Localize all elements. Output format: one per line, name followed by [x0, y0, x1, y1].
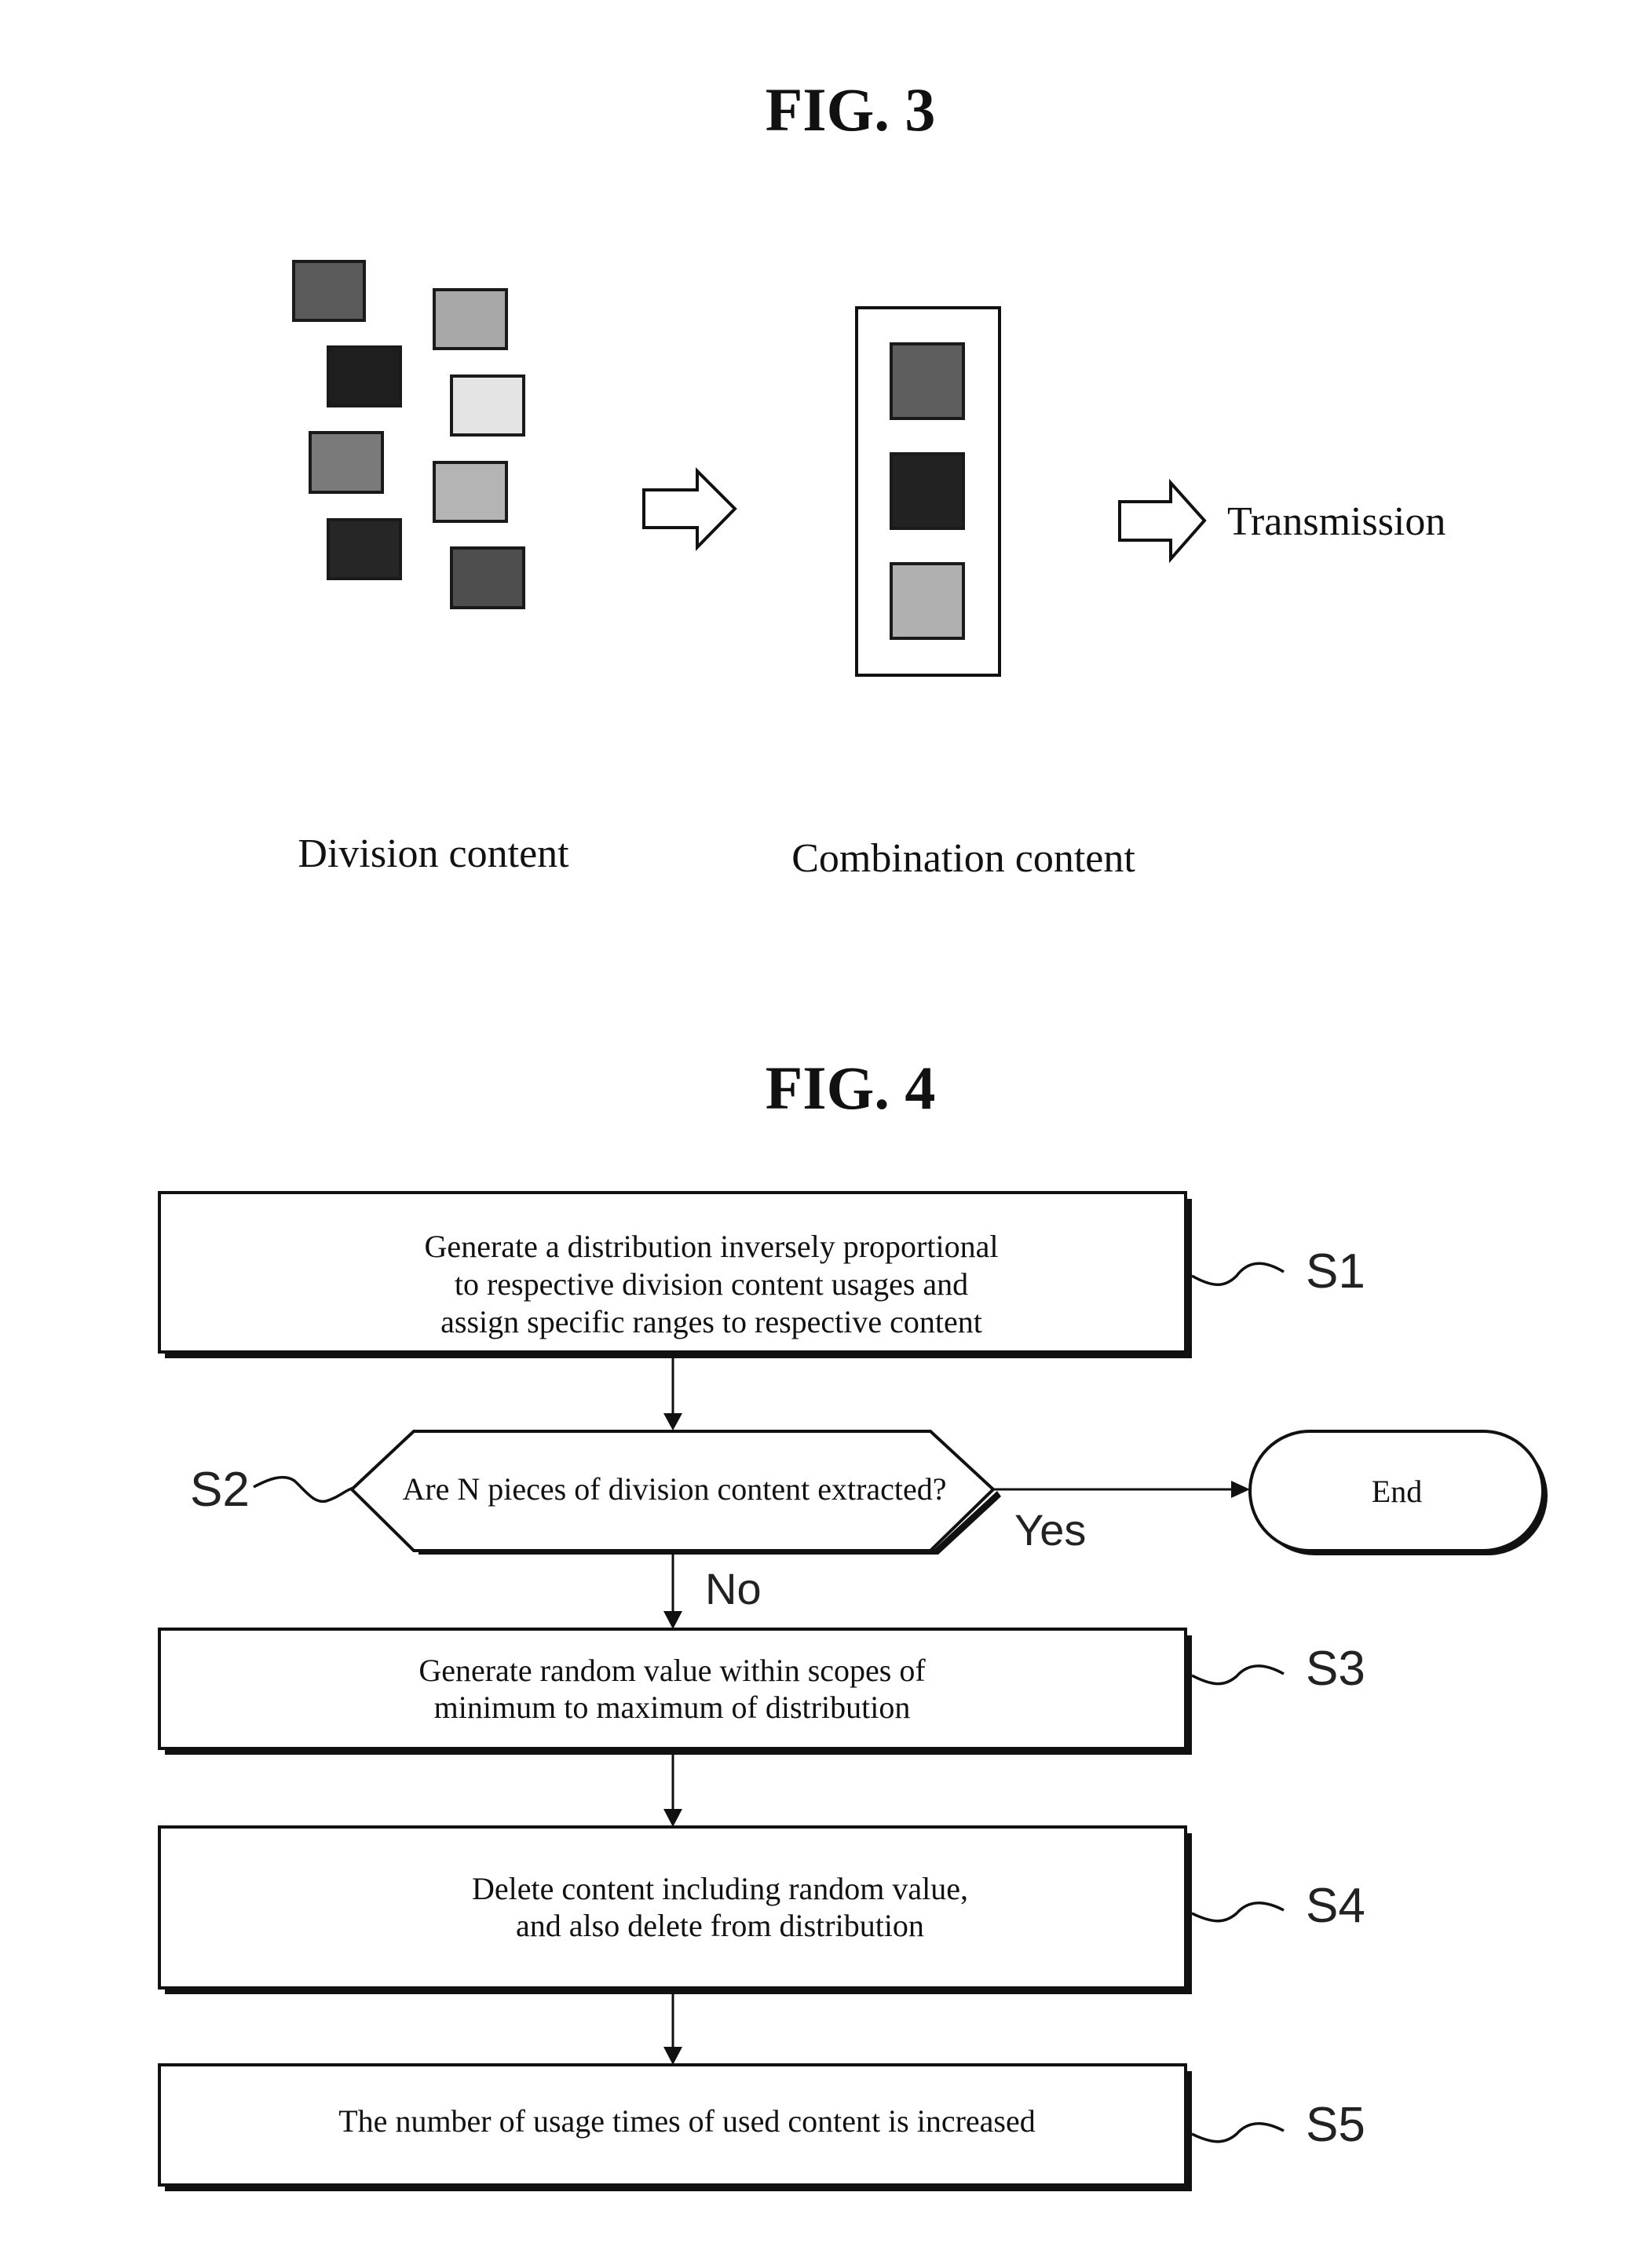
division-tile-8	[450, 546, 525, 609]
combination-tile-2	[890, 452, 965, 530]
step-label-s2: S2	[190, 1463, 250, 1517]
step-s2-question: Are N pieces of division content extract…	[402, 1471, 946, 1507]
arrowhead-right-icon	[1231, 1481, 1250, 1498]
step-s3-line-2: minimum to maximum of distribution	[434, 1690, 911, 1725]
division-content-group	[292, 260, 525, 609]
step-s4-line-2: and also delete from distribution	[516, 1908, 924, 1943]
step-label-s3: S3	[1306, 1642, 1365, 1696]
combination-tile-1	[890, 342, 965, 420]
division-tile-1	[292, 260, 366, 322]
flow-step-s4: Delete content including random value, a…	[158, 1825, 1365, 1994]
patent-figure-sheet: FIG. 3 Transmission Division content Com…	[158, 75, 1548, 2191]
combination-content-group	[855, 306, 1001, 677]
arrowhead-down-icon	[663, 1413, 682, 1430]
fig3-title: FIG. 3	[766, 75, 936, 144]
end-terminal: End	[1248, 1430, 1548, 1555]
combination-content-caption: Combination content	[791, 836, 1135, 881]
combination-tile-3	[890, 562, 965, 640]
step-label-s1: S1	[1306, 1244, 1365, 1299]
step-label-s4: S4	[1306, 1879, 1365, 1933]
block-arrow-right-icon	[1118, 478, 1207, 564]
flow-step-s1: Generate a distribution inversely propor…	[158, 1191, 1365, 1358]
leader-squiggle-icon	[1191, 1901, 1285, 1923]
leader-squiggle-icon	[1191, 2121, 1285, 2143]
step-s1-line-3: assign specific ranges to respective con…	[440, 1304, 982, 1339]
yes-label: Yes	[1014, 1505, 1086, 1555]
process-box-s3	[158, 1628, 1187, 1750]
step-label-s5: S5	[1306, 2098, 1365, 2152]
division-tile-7	[327, 518, 402, 580]
arrowhead-down-icon	[663, 2047, 682, 2065]
flow-step-s5: The number of usage times of used conten…	[158, 2063, 1365, 2191]
block-arrow-right-icon	[642, 467, 737, 551]
flow-step-s3: Generate random value within scopes of m…	[158, 1628, 1365, 1755]
fig4-title: FIG. 4	[766, 1054, 936, 1122]
division-tile-4	[450, 375, 525, 437]
division-tile-3	[327, 345, 402, 407]
step-s1-line-1: Generate a distribution inversely propor…	[425, 1229, 999, 1264]
division-tile-5	[309, 431, 384, 494]
no-label: No	[705, 1564, 762, 1613]
leader-squiggle-icon	[1191, 1262, 1285, 1286]
step-s3-line-1: Generate random value within scopes of	[418, 1653, 926, 1688]
division-content-caption: Division content	[298, 831, 569, 876]
flow-step-s2: Are N pieces of division content extract…	[190, 1430, 1001, 1555]
division-tile-6	[433, 461, 508, 523]
step-s5-line-1: The number of usage times of used conten…	[338, 2103, 1036, 2139]
arrowhead-down-icon	[663, 1611, 682, 1629]
arrowhead-down-icon	[663, 1809, 682, 1827]
leader-squiggle-icon	[1191, 1664, 1285, 1686]
end-label: End	[1372, 1474, 1422, 1509]
leader-squiggle-icon	[253, 1476, 354, 1504]
division-tile-2	[433, 288, 508, 350]
step-s4-line-1: Delete content including random value,	[472, 1871, 968, 1906]
step-s1-line-2: to respective division content usages an…	[455, 1266, 968, 1302]
transmission-label: Transmission	[1227, 499, 1446, 544]
